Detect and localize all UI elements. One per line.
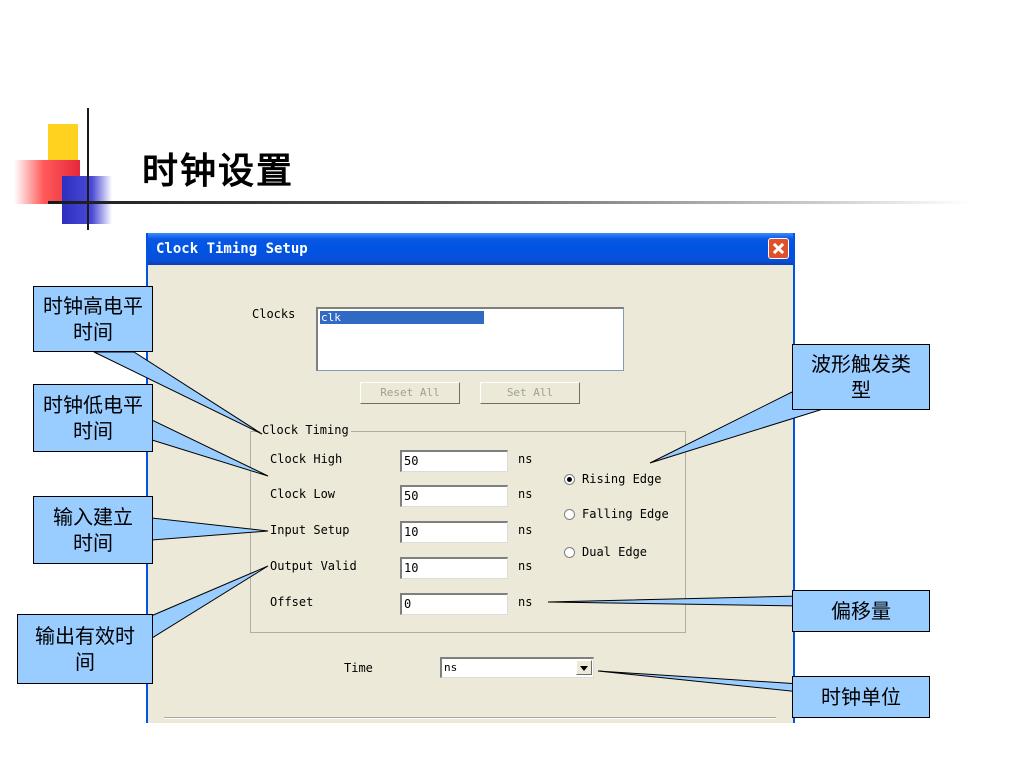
rising-edge-radio[interactable] (564, 474, 575, 485)
time-label: Time (344, 661, 373, 675)
title-underline (48, 201, 968, 204)
callout-clock-high: 时钟高电平时间 (33, 286, 153, 352)
callout-edge-type: 波形触发类型 (792, 344, 930, 410)
callout-output-valid-text: 输出有效时间 (35, 624, 135, 674)
dialog-title: Clock Timing Setup (156, 241, 308, 257)
offset-field[interactable]: 0 (400, 593, 508, 615)
callout-edge-type-text: 波形触发类型 (811, 352, 911, 402)
clocks-listbox[interactable]: clk (316, 307, 624, 371)
clocks-label: Clocks (252, 307, 296, 321)
input-setup-field[interactable]: 10 (400, 521, 508, 543)
clock-list-item[interactable]: clk (320, 311, 484, 324)
callout-input-setup-text: 输入建立时间 (53, 505, 133, 555)
rising-edge-label[interactable]: Rising Edge (582, 472, 676, 486)
callout-offset: 偏移量 (792, 590, 930, 632)
falling-edge-label[interactable]: Falling Edge (582, 507, 676, 521)
callout-input-setup: 输入建立时间 (33, 496, 153, 564)
output-valid-unit: ns (518, 559, 533, 573)
output-valid-field[interactable]: 10 (400, 557, 508, 579)
time-unit-select[interactable]: ns (440, 657, 594, 678)
clock-high-field[interactable]: 50 (400, 450, 508, 472)
clock-low-label: Clock Low (270, 487, 336, 501)
dual-edge-label[interactable]: Dual Edge (582, 545, 676, 559)
dialog-titlebar[interactable]: Clock Timing Setup (148, 233, 793, 265)
title-decoration-yellow (48, 124, 78, 160)
time-unit-value: ns (444, 661, 458, 674)
clock-high-unit: ns (518, 452, 533, 466)
callout-clock-low-text: 时钟低电平时间 (43, 393, 143, 443)
clock-timing-group-title: Clock Timing (260, 423, 351, 437)
falling-edge-radio[interactable] (564, 509, 575, 520)
close-icon[interactable] (768, 238, 789, 259)
callout-clock-high-text: 时钟高电平时间 (43, 294, 143, 344)
callout-offset-text: 偏移量 (831, 599, 891, 623)
callout-clock-unit-text: 时钟单位 (821, 685, 901, 709)
output-valid-label: Output Valid (270, 559, 357, 573)
callout-clock-unit: 时钟单位 (792, 676, 930, 718)
callout-output-valid: 输出有效时间 (17, 614, 153, 684)
slide-title: 时钟设置 (142, 150, 295, 192)
offset-label: Offset (270, 595, 314, 609)
offset-unit: ns (518, 595, 533, 609)
clock-low-field[interactable]: 50 (400, 485, 508, 507)
input-setup-label: Input Setup (270, 523, 350, 537)
chevron-down-icon[interactable] (576, 660, 592, 675)
title-decoration-vertical-line (87, 108, 89, 230)
input-setup-unit: ns (518, 523, 533, 537)
clock-low-unit: ns (518, 487, 533, 501)
set-all-button[interactable]: Set All (480, 382, 580, 404)
bottom-separator (164, 717, 776, 719)
callout-clock-low: 时钟低电平时间 (33, 384, 153, 452)
reset-all-button[interactable]: Reset All (360, 382, 460, 404)
clock-timing-setup-dialog: Clock Timing Setup Clocks clk Reset All … (146, 233, 795, 723)
dual-edge-radio[interactable] (564, 547, 575, 558)
clock-high-label: Clock High (270, 452, 343, 466)
